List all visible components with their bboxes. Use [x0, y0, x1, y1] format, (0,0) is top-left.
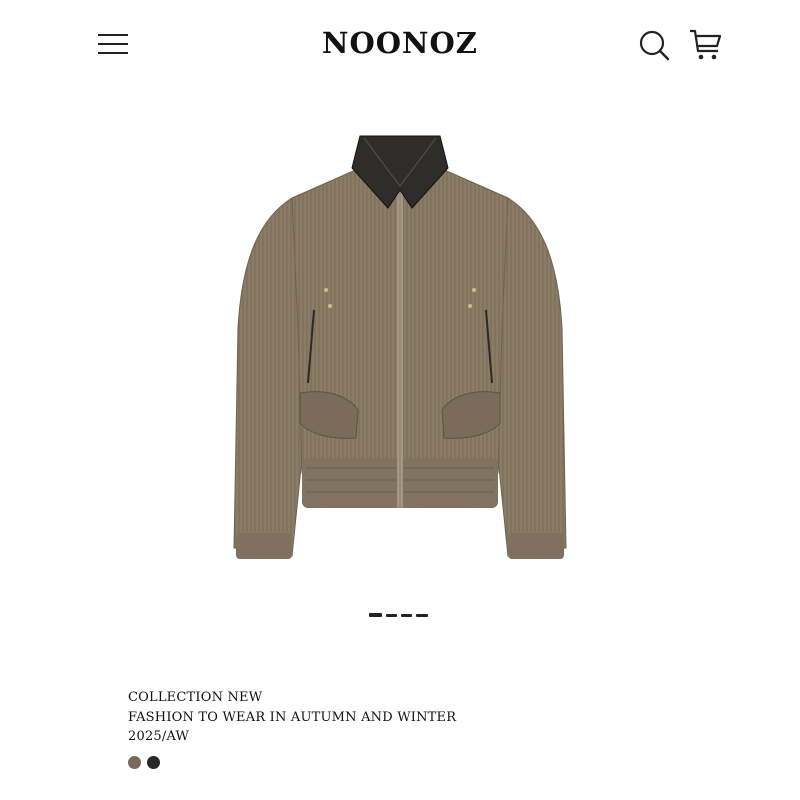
color-swatch-black[interactable]: [147, 756, 160, 769]
collection-info: COLLECTION NEW FASHION TO WEAR IN AUTUMN…: [128, 688, 456, 747]
collection-line-3: 2025/AW: [128, 729, 190, 744]
carousel-dot[interactable]: [386, 614, 397, 617]
collection-line-2: FASHION TO WEAR IN AUTUMN AND WINTER: [128, 709, 457, 725]
cart-icon: [690, 29, 722, 60]
carousel-dot[interactable]: [401, 614, 412, 617]
product-image[interactable]: [230, 128, 570, 573]
carousel-dot[interactable]: [369, 613, 382, 617]
carousel-dot[interactable]: [416, 614, 428, 617]
color-swatch-brown[interactable]: [128, 756, 141, 769]
jacket-image: [233, 135, 567, 559]
search-button[interactable]: [638, 27, 672, 63]
carousel-indicator: [369, 613, 431, 619]
site-header: NOONOZ: [0, 0, 800, 90]
brand-logo[interactable]: NOONOZ: [0, 26, 800, 60]
collection-line-1: COLLECTION NEW: [128, 690, 263, 705]
search-icon: [639, 30, 670, 61]
cart-button[interactable]: [688, 27, 722, 63]
